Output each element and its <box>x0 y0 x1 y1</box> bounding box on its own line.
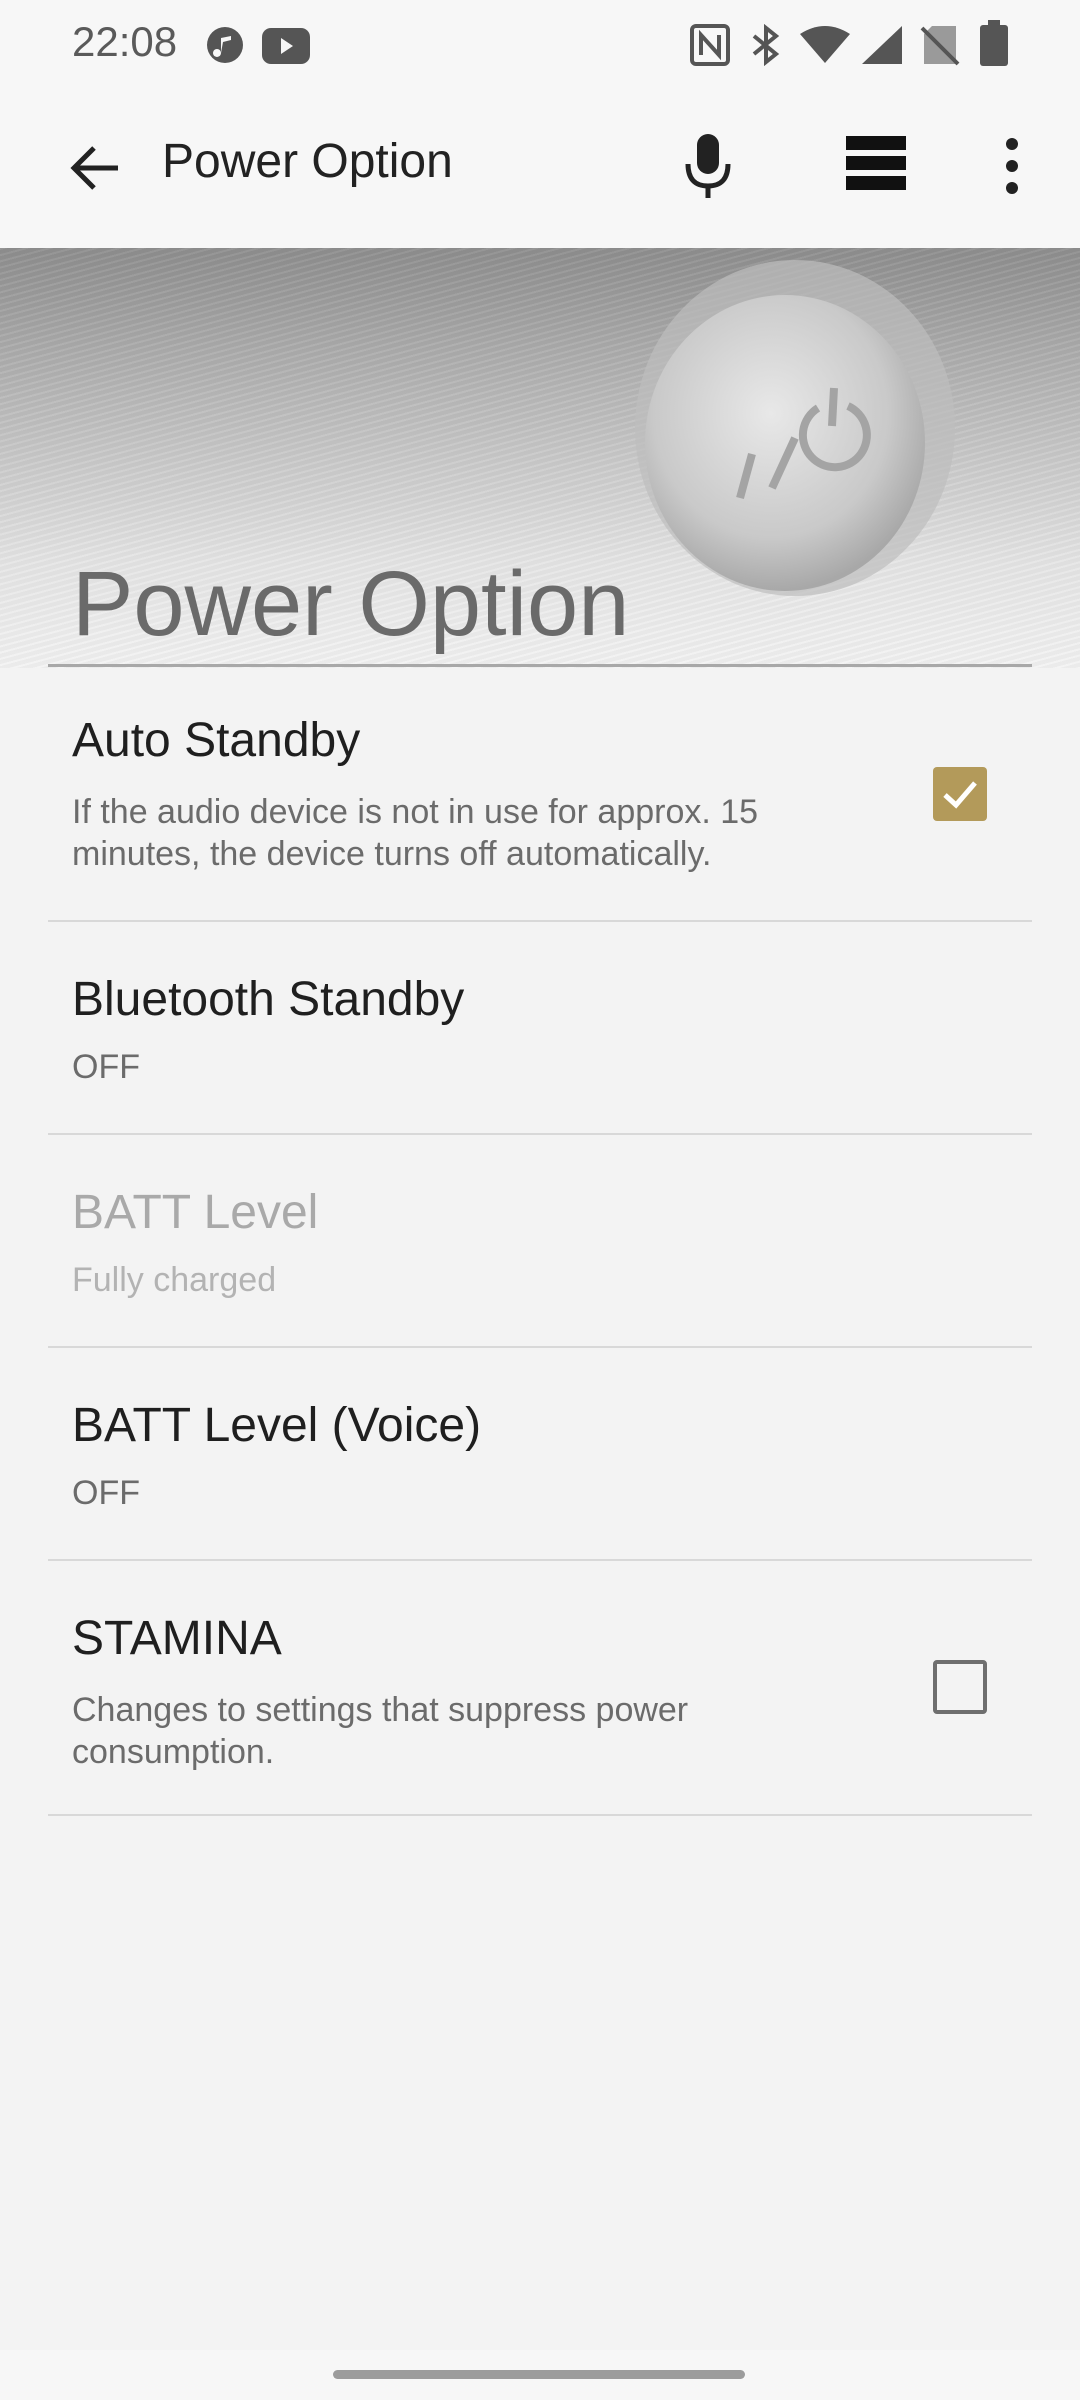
setting-title: STAMINA <box>72 1612 282 1665</box>
microphone-icon[interactable] <box>682 132 734 207</box>
more-vert-icon[interactable] <box>998 136 1026 201</box>
battery-icon <box>980 20 1008 71</box>
power-button-image <box>620 258 960 623</box>
setting-summary: OFF <box>72 1048 140 1086</box>
app-bar: Power Option <box>0 90 1080 248</box>
setting-summary: If the audio device is not in use for ap… <box>72 793 759 873</box>
settings-list: Auto Standby If the audio device is not … <box>0 667 1080 1816</box>
page-title: Power Option <box>162 135 453 188</box>
setting-summary: Changes to settings that suppress power … <box>72 1691 689 1771</box>
setting-summary: OFF <box>72 1474 140 1512</box>
setting-stamina[interactable]: STAMINA Changes to settings that suppres… <box>0 1561 1080 1816</box>
auto-standby-checkbox[interactable] <box>933 767 987 821</box>
signal-icon <box>860 24 904 71</box>
hero-banner: Power Option <box>0 248 1080 668</box>
setting-title: Bluetooth Standby <box>72 973 465 1026</box>
grid-icon[interactable] <box>844 132 908 201</box>
back-arrow-icon[interactable] <box>68 140 124 201</box>
setting-title: BATT Level (Voice) <box>72 1399 482 1452</box>
hero-title: Power Option <box>72 553 630 655</box>
stamina-checkbox[interactable] <box>933 1660 987 1714</box>
setting-bluetooth-standby[interactable]: Bluetooth Standby OFF <box>0 922 1080 1135</box>
no-sim-icon <box>920 24 960 71</box>
divider <box>48 1814 1032 1816</box>
setting-title: BATT Level <box>72 1186 319 1239</box>
setting-batt-level: BATT Level Fully charged <box>0 1135 1080 1348</box>
music-note-icon <box>206 26 244 69</box>
status-time: 22:08 <box>72 18 178 65</box>
bluetooth-icon <box>750 23 782 71</box>
nfc-icon <box>690 24 730 71</box>
youtube-icon <box>262 28 310 69</box>
setting-auto-standby[interactable]: Auto Standby If the audio device is not … <box>0 667 1080 922</box>
wifi-icon <box>800 26 850 69</box>
setting-title: Auto Standby <box>72 714 361 767</box>
setting-summary: Fully charged <box>72 1261 277 1299</box>
home-gesture-pill[interactable] <box>333 2370 745 2379</box>
status-bar: 22:08 <box>0 0 1080 90</box>
setting-batt-level-voice[interactable]: BATT Level (Voice) OFF <box>0 1348 1080 1561</box>
